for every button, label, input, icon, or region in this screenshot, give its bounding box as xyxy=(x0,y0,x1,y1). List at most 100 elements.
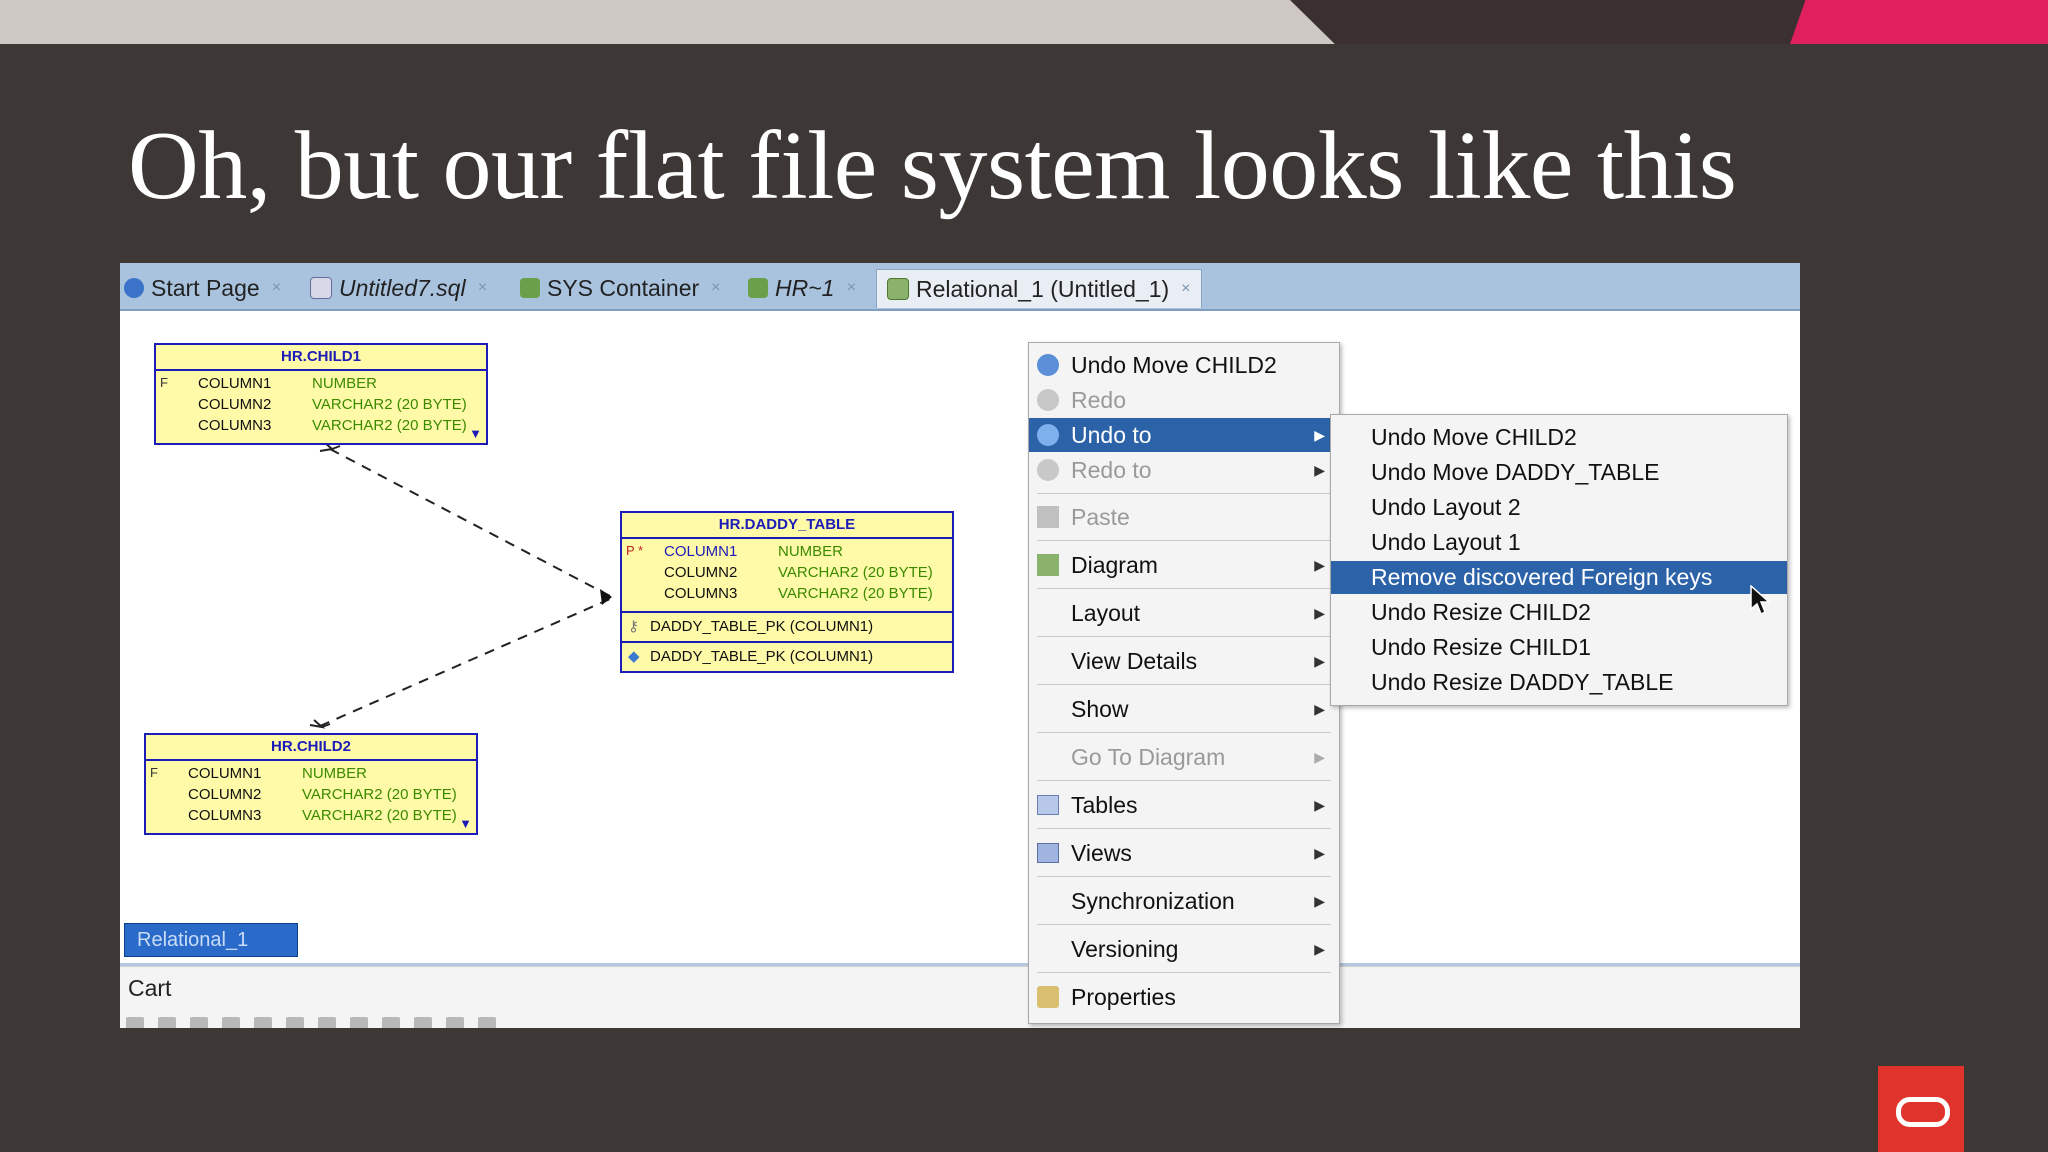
column-name: COLUMN1 xyxy=(664,543,738,560)
mouse-cursor-icon xyxy=(1750,585,1771,616)
submenu-arrow-icon: ▶ xyxy=(1314,940,1325,957)
menu-separator xyxy=(1037,876,1331,877)
submenu-item[interactable]: Undo Layout 2 xyxy=(1331,491,1787,524)
submenu-arrow-icon: ▶ xyxy=(1314,556,1325,573)
toolbar-icon[interactable] xyxy=(382,1017,400,1028)
submenu-arrow-icon: ▶ xyxy=(1314,844,1325,861)
menu-separator xyxy=(1037,732,1331,733)
menu-item-label: Go To Diagram xyxy=(1071,743,1226,770)
column-type: NUMBER xyxy=(312,375,378,392)
menu-item-label: Tables xyxy=(1071,791,1138,818)
menu-item-undo-move-child2[interactable]: Undo Move CHILD2 xyxy=(1029,348,1339,382)
submenu-item-remove-discovered-foreign-keys[interactable]: Remove discovered Foreign keys xyxy=(1331,561,1787,594)
submenu-item[interactable]: Undo Move CHILD2 xyxy=(1331,421,1787,454)
menu-item-synchronization[interactable]: Synchronization ▶ xyxy=(1029,884,1339,918)
toolbar-icon[interactable] xyxy=(222,1017,240,1028)
menu-separator xyxy=(1037,828,1331,829)
close-icon[interactable]: × xyxy=(711,279,720,297)
table-hr-child2[interactable]: HR.CHILD2 F COLUMN1 NUMBER COLUMN2 VARCHAR2… xyxy=(144,733,478,835)
table-title: HR.CHILD1 xyxy=(156,345,486,371)
toolbar-icon[interactable] xyxy=(254,1017,272,1028)
menu-item-diagram[interactable]: Diagram ▶ xyxy=(1029,548,1339,582)
menu-item-label: Layout xyxy=(1071,599,1141,626)
menu-item-show[interactable]: Show ▶ xyxy=(1029,692,1339,726)
toolbar-icon[interactable] xyxy=(190,1017,208,1028)
tab-sys-container[interactable]: SYS Container × xyxy=(520,269,720,307)
submenu-arrow-icon: ▶ xyxy=(1314,700,1325,717)
menu-separator xyxy=(1037,540,1331,541)
submenu-item[interactable]: Undo Resize DADDY_TABLE xyxy=(1331,666,1787,699)
toolbar-icon[interactable] xyxy=(446,1017,464,1028)
paste-icon xyxy=(1037,506,1059,528)
menu-item-tables[interactable]: Tables ▶ xyxy=(1029,788,1339,822)
column-type: VARCHAR2 (20 BYTE) xyxy=(312,396,467,413)
submenu-arrow-icon: ▶ xyxy=(1314,796,1325,813)
toolbar-icon[interactable] xyxy=(414,1017,432,1028)
menu-item-redo-to[interactable]: Redo to ▶ xyxy=(1029,453,1339,487)
tab-relational-1[interactable]: Relational_1 (Untitled_1) × xyxy=(876,269,1202,308)
toolbar-icon[interactable] xyxy=(286,1017,304,1028)
toolbar-icon[interactable] xyxy=(478,1017,496,1028)
submenu-item-label: Undo Layout 1 xyxy=(1371,529,1521,555)
undo-icon xyxy=(1037,424,1059,446)
table-hr-daddy-table[interactable]: HR.DADDY_TABLE P * COLUMN1 NUMBER COLUMN2 V… xyxy=(620,511,954,673)
submenu-arrow-icon: ▶ xyxy=(1314,748,1325,765)
database-connection-icon xyxy=(748,278,768,298)
menu-item-label: Diagram xyxy=(1071,551,1158,578)
toolbar-icon[interactable] xyxy=(318,1017,336,1028)
expand-down-icon[interactable]: ▼ xyxy=(469,426,482,441)
menu-item-properties[interactable]: Properties xyxy=(1029,980,1339,1014)
tab-start-page[interactable]: Start Page × xyxy=(124,269,281,307)
menu-item-view-details[interactable]: View Details ▶ xyxy=(1029,644,1339,678)
toolbar-icon[interactable] xyxy=(350,1017,368,1028)
submenu-item-label: Remove discovered Foreign keys xyxy=(1371,564,1713,590)
menu-item-label: Show xyxy=(1071,695,1129,722)
close-icon[interactable]: × xyxy=(1181,280,1190,298)
tab-hr-1[interactable]: HR~1 × xyxy=(748,269,856,307)
submenu-item[interactable]: Undo Resize CHILD1 xyxy=(1331,631,1787,664)
submenu-item-label: Undo Resize DADDY_TABLE xyxy=(1371,669,1674,695)
column-type: NUMBER xyxy=(778,543,844,560)
submenu-arrow-icon: ▶ xyxy=(1314,604,1325,621)
toolbar-icon[interactable] xyxy=(158,1017,176,1028)
menu-item-views[interactable]: Views ▶ xyxy=(1029,836,1339,870)
tab-label: Start Page xyxy=(151,274,260,301)
menu-item-go-to-diagram[interactable]: Go To Diagram ▶ xyxy=(1029,740,1339,774)
redo-icon xyxy=(1037,389,1059,411)
expand-down-icon[interactable]: ▼ xyxy=(459,816,472,831)
menu-separator xyxy=(1037,780,1331,781)
close-icon[interactable]: × xyxy=(846,279,855,297)
submenu-item-label: Undo Move CHILD2 xyxy=(1371,424,1577,450)
close-icon[interactable]: × xyxy=(478,279,487,297)
menu-separator xyxy=(1037,684,1331,685)
tab-untitled7-sql[interactable]: Untitled7.sql × xyxy=(310,269,487,307)
menu-item-paste[interactable]: Paste xyxy=(1029,500,1339,534)
menu-item-redo[interactable]: Redo xyxy=(1029,383,1339,417)
cart-toolbar xyxy=(126,1017,496,1028)
submenu-item[interactable]: Undo Move DADDY_TABLE xyxy=(1331,456,1787,489)
oracle-logo xyxy=(1878,1066,1964,1152)
column-name: COLUMN1 xyxy=(198,375,272,392)
submenu-arrow-icon: ▶ xyxy=(1314,652,1325,669)
top-decoration-bar xyxy=(0,0,2048,44)
table-title: HR.CHILD2 xyxy=(146,735,476,761)
editor-tab-strip: Start Page × Untitled7.sql × SYS Contain… xyxy=(120,263,1800,311)
menu-item-layout[interactable]: Layout ▶ xyxy=(1029,596,1339,630)
redo-icon xyxy=(1037,459,1059,481)
relational-diagram-icon xyxy=(887,278,909,300)
column-flag: P * xyxy=(626,543,644,558)
menu-separator xyxy=(1037,588,1331,589)
menu-item-label: Synchronization xyxy=(1071,887,1235,914)
views-icon xyxy=(1037,843,1059,863)
menu-item-undo-to[interactable]: Undo to ▶ xyxy=(1029,418,1339,452)
toolbar-icon[interactable] xyxy=(126,1017,144,1028)
fk-arrowhead xyxy=(600,589,612,605)
diagram-subview-tab[interactable]: Relational_1 xyxy=(124,923,298,957)
tables-icon xyxy=(1037,795,1059,815)
table-hr-child1[interactable]: HR.CHILD1 F COLUMN1 NUMBER COLUMN2 VARCHAR2… xyxy=(154,343,488,445)
close-icon[interactable]: × xyxy=(272,279,281,297)
submenu-item[interactable]: Undo Resize CHILD2 xyxy=(1331,596,1787,629)
menu-item-label: Properties xyxy=(1071,983,1176,1010)
menu-item-versioning[interactable]: Versioning ▶ xyxy=(1029,932,1339,966)
submenu-item[interactable]: Undo Layout 1 xyxy=(1331,526,1787,559)
